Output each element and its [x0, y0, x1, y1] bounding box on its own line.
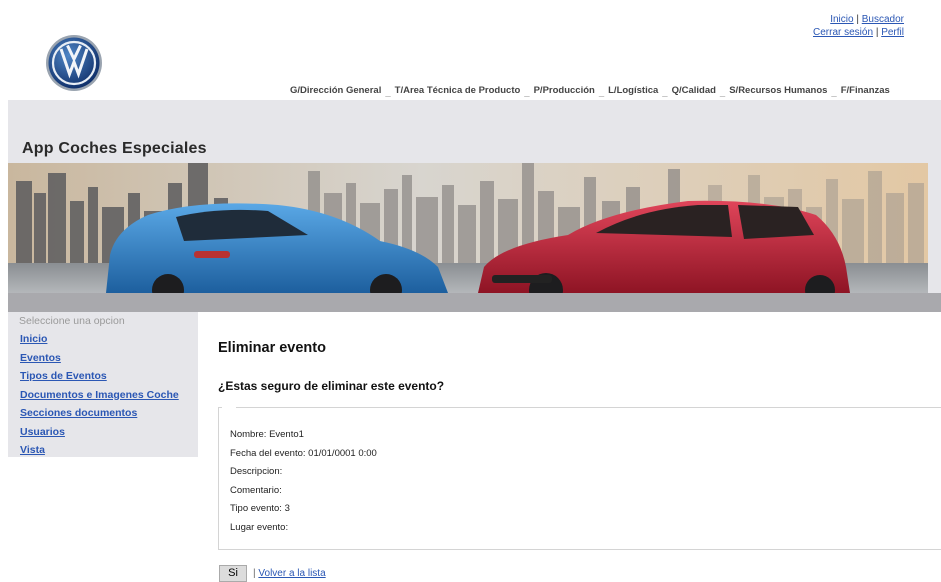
link-perfil[interactable]: Perfil	[881, 27, 904, 38]
dept-nav-separator: _	[385, 88, 391, 99]
detail-lugar-evento: Lugar evento:	[230, 521, 289, 533]
back-link-separator: |	[253, 568, 256, 579]
confirm-question: ¿Estas seguro de eliminar este evento?	[218, 379, 445, 393]
dept-nav-item[interactable]: Q/Calidad	[672, 85, 716, 96]
event-details: Nombre: Evento1 Fecha del evento: 01/01/…	[230, 429, 377, 540]
dept-nav-separator: _	[524, 88, 530, 99]
banner-image	[8, 163, 928, 293]
top-link-separator: |	[856, 14, 859, 25]
app-title: App Coches Especiales	[22, 140, 207, 157]
sidebar-item-secciones-documentos[interactable]: Secciones documentos	[20, 407, 137, 419]
detail-tipo-evento: Tipo evento: 3	[230, 503, 290, 514]
back-to-list-link[interactable]: Volver a la lista	[258, 568, 325, 579]
sidebar-item-vista[interactable]: Vista	[20, 444, 45, 456]
detail-descripcion: Descripcion:	[230, 466, 283, 477]
confirm-delete-button[interactable]: Si	[219, 565, 247, 582]
sidebar-item-documentos-e-imagenes[interactable]: Documentos e Imagenes Coche	[20, 389, 179, 401]
sidebar-item-usuarios[interactable]: Usuarios	[20, 426, 65, 438]
detail-fecha: Fecha del evento: 01/01/0001 0:00	[230, 447, 377, 459]
dept-nav-item[interactable]: G/Dirección General	[290, 85, 381, 96]
dept-nav-separator: _	[662, 88, 668, 99]
top-link-separator: |	[875, 27, 879, 38]
sidebar-item-tipos-de-eventos[interactable]: Tipos de Eventos	[20, 370, 107, 382]
fieldset-legend	[222, 405, 236, 409]
vw-logo	[46, 35, 102, 91]
link-cerrar-sesion[interactable]: Cerrar sesión	[813, 27, 873, 38]
dept-nav-item[interactable]: P/Producción	[534, 85, 595, 96]
dept-nav-separator: _	[719, 88, 726, 99]
sidebar-menu: Inicio Eventos Tipos de Eventos Document…	[20, 333, 179, 463]
page-title: Eliminar evento	[218, 340, 326, 356]
link-inicio[interactable]: Inicio	[830, 14, 853, 25]
detail-comentario: Comentario:	[230, 484, 282, 496]
sidebar-item-eventos[interactable]: Eventos	[20, 352, 61, 364]
dept-nav-item[interactable]: S/Recursos Humanos	[729, 85, 827, 96]
back-link-row: | Volver a la lista	[253, 568, 326, 579]
dept-nav-item[interactable]: T/Area Técnica de Producto	[395, 85, 521, 96]
sidebar-item-inicio[interactable]: Inicio	[20, 333, 47, 345]
banner-bottom-bar	[8, 293, 941, 312]
department-nav: G/Dirección General _ T/Area Técnica de Pr…	[290, 85, 890, 99]
detail-nombre: Nombre: Evento1	[230, 429, 304, 440]
link-buscador[interactable]: Buscador	[862, 14, 904, 25]
sidebar: Seleccione una opcion Inicio Eventos Tip…	[8, 312, 198, 457]
dept-nav-item[interactable]: L/Logística	[608, 85, 658, 96]
dept-nav-item[interactable]: F/Finanzas	[841, 85, 890, 96]
top-links: Inicio | Buscador Cerrar sesión | Perfil	[813, 13, 904, 39]
dept-nav-separator: _	[831, 88, 837, 99]
sidebar-hint: Seleccione una opcion	[19, 315, 125, 327]
dept-nav-separator: _	[598, 88, 605, 99]
